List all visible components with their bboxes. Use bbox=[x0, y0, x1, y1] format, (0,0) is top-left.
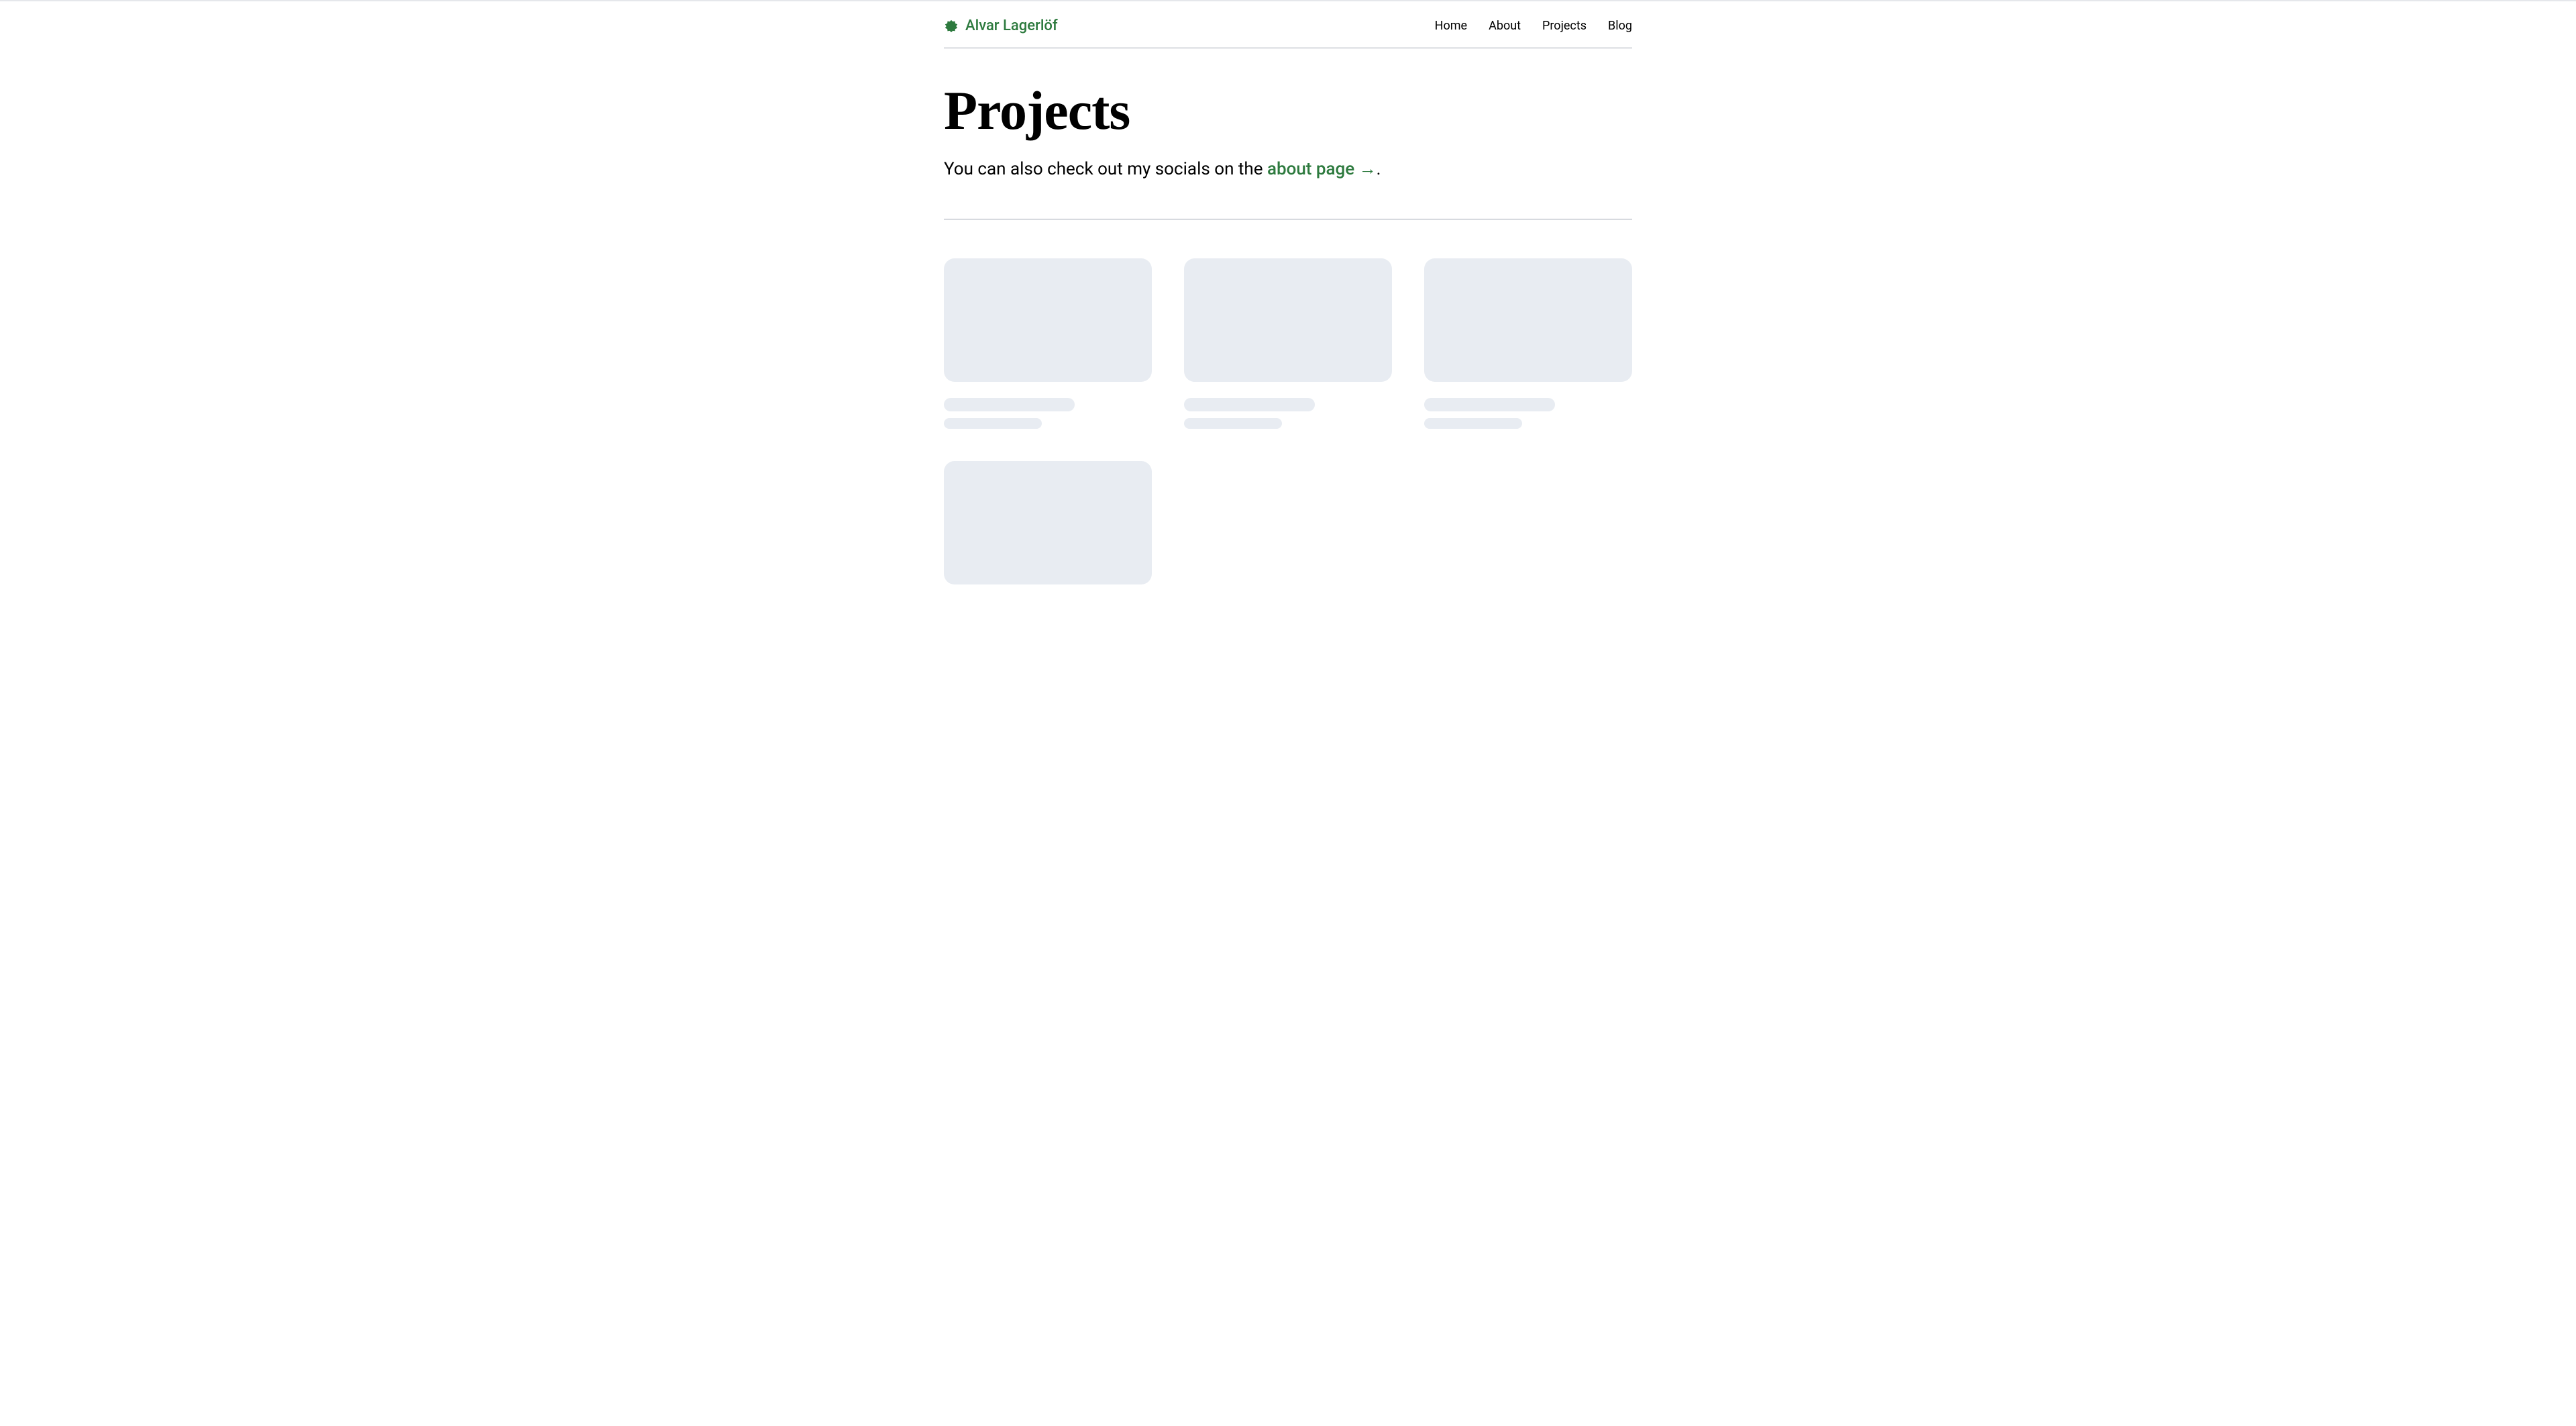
project-title-skeleton bbox=[1424, 398, 1555, 411]
project-image-skeleton bbox=[944, 461, 1152, 584]
project-card-skeleton bbox=[944, 258, 1152, 429]
project-card-skeleton bbox=[1184, 258, 1392, 429]
project-image-skeleton bbox=[944, 258, 1152, 382]
nav-blog[interactable]: Blog bbox=[1608, 19, 1632, 33]
projects-grid bbox=[944, 219, 1632, 640]
main-nav: Home About Projects Blog bbox=[1435, 19, 1632, 33]
project-title-skeleton bbox=[1184, 398, 1315, 411]
brand-link[interactable]: Alvar Lagerlöf bbox=[944, 17, 1058, 34]
logo-icon bbox=[944, 19, 959, 34]
project-image-skeleton bbox=[1424, 258, 1632, 382]
nav-home[interactable]: Home bbox=[1435, 19, 1467, 33]
project-card-skeleton bbox=[944, 461, 1152, 601]
nav-projects[interactable]: Projects bbox=[1542, 19, 1587, 33]
subtitle-prefix: You can also check out my socials on the bbox=[944, 159, 1267, 179]
page-title: Projects bbox=[944, 83, 1632, 138]
page-header: Projects You can also check out my socia… bbox=[944, 48, 1632, 219]
project-subtitle-skeleton bbox=[944, 418, 1042, 429]
project-subtitle-skeleton bbox=[1184, 418, 1282, 429]
page-subtitle: You can also check out my socials on the… bbox=[944, 157, 1632, 181]
subtitle-suffix: . bbox=[1377, 159, 1381, 179]
project-image-skeleton bbox=[1184, 258, 1392, 382]
nav-about[interactable]: About bbox=[1489, 19, 1521, 33]
project-subtitle-skeleton bbox=[1424, 418, 1522, 429]
site-header: Alvar Lagerlöf Home About Projects Blog bbox=[944, 1, 1632, 48]
about-page-link[interactable]: about page → bbox=[1267, 159, 1377, 179]
project-title-skeleton bbox=[944, 398, 1075, 411]
project-card-skeleton bbox=[1424, 258, 1632, 429]
brand-name: Alvar Lagerlöf bbox=[965, 17, 1058, 34]
